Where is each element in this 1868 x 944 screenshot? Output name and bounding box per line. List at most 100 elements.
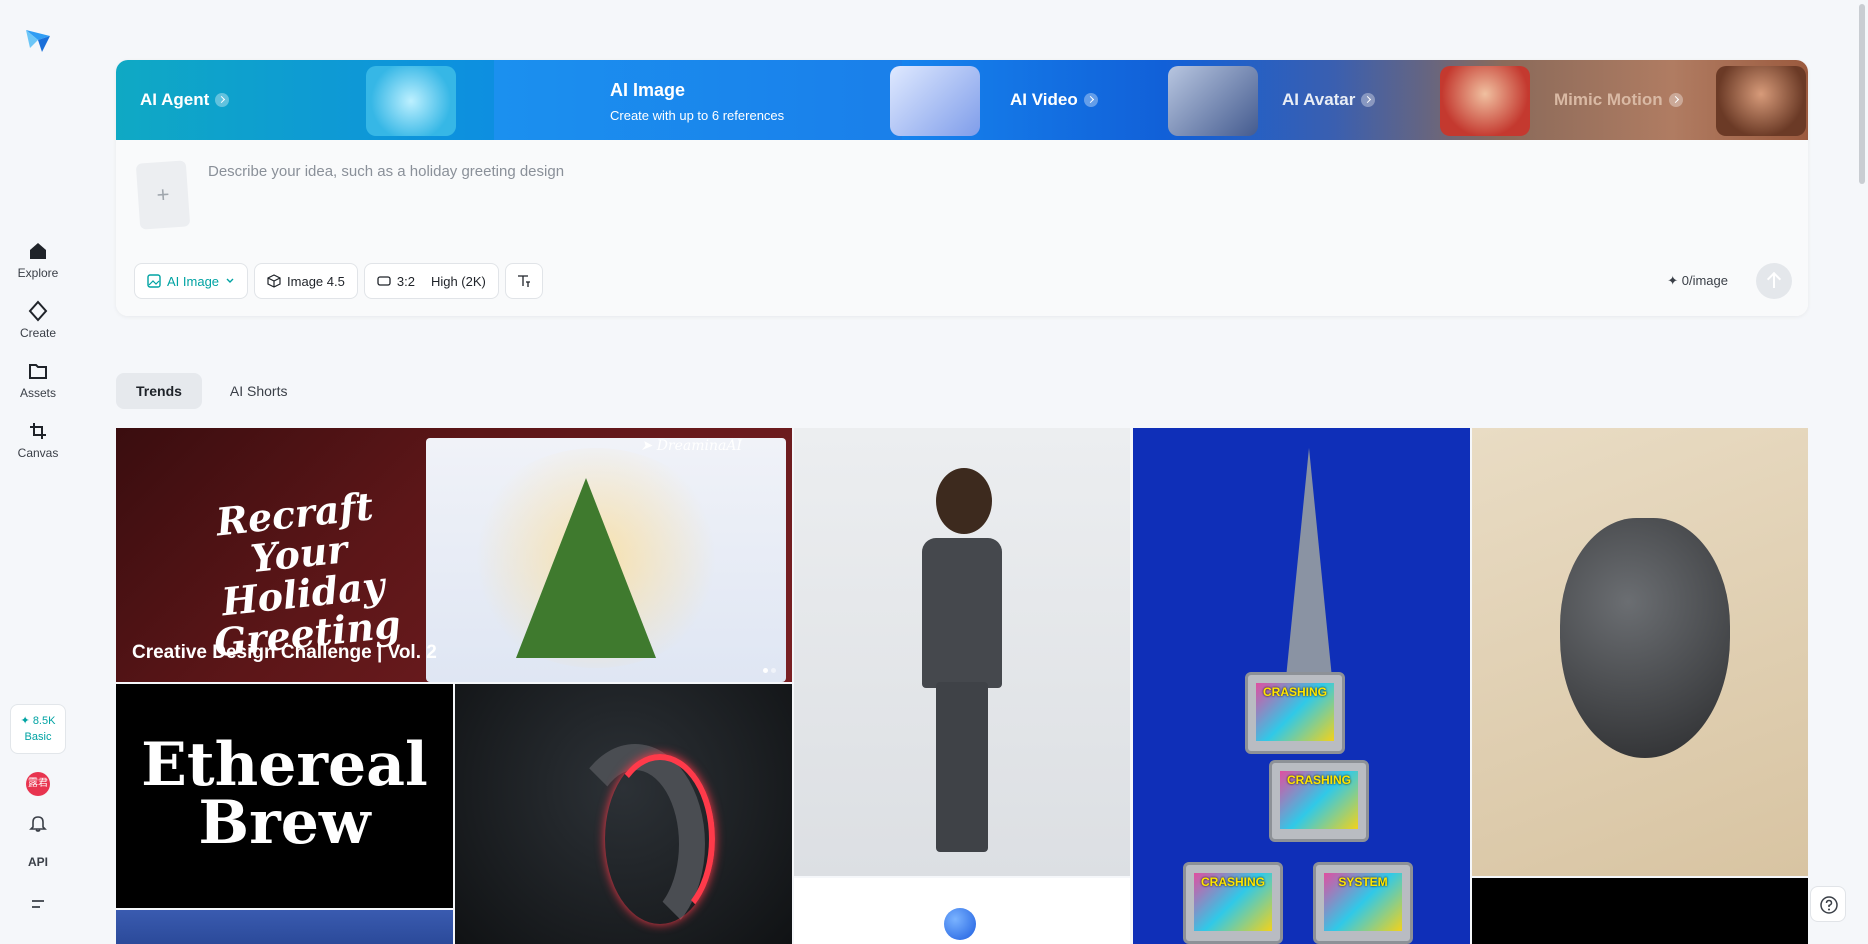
credit-spark-icon: ✦ — [1667, 273, 1679, 288]
nav-create[interactable]: Create — [0, 300, 76, 340]
nav-assets[interactable]: Assets — [0, 360, 76, 400]
ai-image-thumbnail — [366, 66, 456, 136]
mimic-avatar-thumbnail — [1440, 66, 1530, 136]
crt-text: CRASHING — [1200, 875, 1265, 889]
user-avatar[interactable]: 露君 — [26, 772, 50, 796]
gallery-item-businesswoman[interactable] — [794, 428, 1130, 876]
crt-monitor: SYSTEM — [1313, 862, 1413, 944]
banner-brand-text: DreaminaAI — [656, 438, 742, 454]
tab-trends[interactable]: Trends — [116, 373, 202, 409]
businesswoman-figure — [922, 468, 1002, 858]
mode-ai-image[interactable]: AI Image Create with up to 6 references — [494, 60, 902, 140]
aspect-ratio-icon — [377, 276, 391, 286]
neon-tube-art — [605, 754, 715, 924]
add-reference-button[interactable]: + — [135, 160, 191, 230]
ratio-label: 3:2 — [396, 273, 415, 289]
scrollbar-thumb[interactable] — [1859, 4, 1865, 184]
crt-monitor: CRASHING — [1269, 760, 1369, 842]
gallery-item-ethereal-brew[interactable]: Ethereal Brew — [116, 684, 453, 908]
prompt-area: + AI Image Image 4.5 3:2 High (2K) — [116, 140, 1808, 316]
bell-icon[interactable] — [27, 812, 49, 834]
challenge-banner[interactable]: Recraft Your Holiday Greeting ➤ Dreamina… — [116, 428, 792, 682]
image-icon — [147, 274, 161, 288]
christmas-tree-art — [516, 478, 656, 658]
mode-ai-image-subtitle: Create with up to 6 references — [610, 108, 785, 123]
mode-ai-agent[interactable]: AI Agent — [140, 60, 230, 140]
nav-canvas[interactable]: Canvas — [0, 420, 76, 460]
carousel-dot[interactable] — [771, 668, 776, 673]
mode-bar: AI Agent AI Image Create with up to 6 re… — [116, 60, 1808, 140]
nav-assets-label: Assets — [19, 386, 56, 400]
chevron-right-icon — [1083, 93, 1098, 107]
prompt-input[interactable] — [208, 156, 1708, 186]
gallery-item-crashing-tower[interactable]: CRASHING CRASHING CRASHING SYSTEM — [1133, 428, 1470, 944]
page-scrollbar[interactable] — [1857, 0, 1868, 944]
figure-legs — [936, 682, 988, 852]
feed-tabs: Trends AI Shorts — [116, 373, 308, 409]
brand-plane-icon: ➤ — [640, 438, 657, 454]
chevron-right-icon — [1668, 93, 1683, 107]
chevron-right-icon — [1361, 93, 1376, 107]
figure-head — [936, 468, 992, 534]
plan-label: Basic — [24, 731, 52, 743]
api-link[interactable]: API — [0, 855, 76, 869]
blue-orb-art — [944, 908, 976, 940]
mode-ai-video[interactable]: AI Video — [1010, 60, 1098, 140]
crt-text: SYSTEM — [1338, 875, 1388, 889]
nav-explore-label: Explore — [17, 266, 59, 280]
banner-brand: ➤ DreaminaAI — [641, 438, 743, 454]
ai-video-thumbnail — [890, 66, 980, 136]
model-selector[interactable]: Image 4.5 — [254, 263, 358, 299]
gallery-item-blue-frame[interactable] — [116, 910, 453, 944]
nav-canvas-label: Canvas — [17, 446, 59, 460]
credits-amount: 8.5K — [32, 715, 56, 727]
quality-label: High (2K) — [430, 273, 486, 289]
create-diamond-icon — [28, 300, 48, 322]
help-button[interactable] — [1810, 886, 1846, 922]
folder-icon — [29, 364, 47, 379]
carousel-dot[interactable] — [763, 668, 768, 673]
mimic-motion-thumbnail — [1716, 66, 1806, 136]
text-format-icon — [517, 275, 530, 287]
generate-submit-button[interactable] — [1756, 263, 1792, 299]
tab-ai-shorts[interactable]: AI Shorts — [210, 373, 308, 409]
type-selector[interactable]: AI Image — [134, 263, 249, 299]
crt-text: CRASHING — [1262, 685, 1327, 699]
gallery-item-neon-question[interactable] — [455, 684, 792, 944]
menu-icon[interactable] — [27, 893, 49, 915]
nav-explore[interactable]: Explore — [0, 240, 76, 280]
mode-ai-video-label: AI Video — [1010, 90, 1078, 109]
sidebar: Explore Create Assets Canvas ✦ 8.5K Basi… — [0, 0, 76, 944]
ethereal-brew-text: Ethereal Brew — [141, 730, 428, 858]
text-settings-button[interactable] — [504, 263, 543, 299]
mode-ai-avatar-label: AI Avatar — [1282, 90, 1356, 109]
dreamina-logo-icon[interactable] — [24, 26, 52, 54]
mode-ai-image-title: AI Image — [610, 80, 686, 100]
cost-label: 0/image — [1681, 273, 1728, 288]
chevron-right-icon — [215, 93, 230, 107]
crt-monitor: CRASHING — [1245, 672, 1345, 754]
mode-ai-avatar[interactable]: AI Avatar — [1282, 60, 1376, 140]
banner-script-text: Recraft Your Holiday Greeting — [211, 483, 403, 666]
mode-mimic-motion-label: Mimic Motion — [1554, 90, 1663, 109]
ai-avatar-thumbnail — [1168, 66, 1258, 136]
gallery-item-dark[interactable] — [1472, 878, 1808, 944]
type-selector-label: AI Image — [167, 273, 220, 289]
heart-art — [1560, 518, 1730, 758]
canvas-crop-icon — [30, 423, 46, 439]
crt-monitor: CRASHING — [1183, 862, 1283, 944]
mode-ai-agent-label: AI Agent — [140, 90, 210, 109]
credits-badge[interactable]: ✦ 8.5K Basic — [10, 704, 66, 754]
mode-mimic-motion[interactable]: Mimic Motion — [1554, 60, 1683, 140]
cost-indicator: ✦ 0/image — [1667, 273, 1728, 289]
cube-icon — [267, 274, 281, 288]
carousel-dots[interactable] — [760, 660, 776, 678]
gallery-item-blue-orb[interactable] — [794, 878, 1130, 944]
model-selector-label: Image 4.5 — [287, 273, 345, 289]
banner-caption: Creative Design Challenge | Vol. 2 — [132, 642, 437, 663]
generator-panel: AI Agent AI Image Create with up to 6 re… — [116, 60, 1808, 316]
gallery-item-anatomical-heart[interactable] — [1472, 428, 1808, 876]
ratio-quality-selector[interactable]: 3:2 High (2K) — [363, 263, 499, 299]
home-icon — [30, 243, 46, 259]
crt-text: CRASHING — [1286, 773, 1351, 787]
